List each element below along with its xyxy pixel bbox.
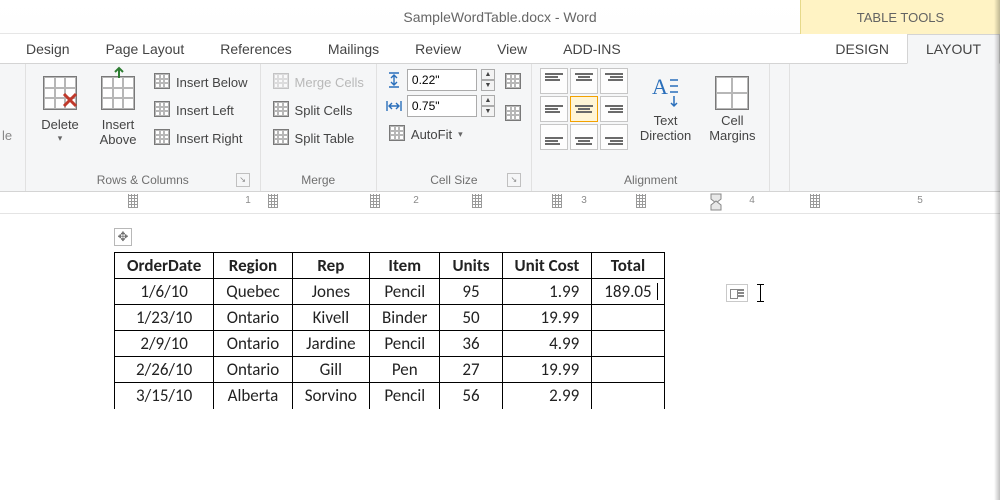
delete-button[interactable]: Delete ▾ <box>34 68 86 147</box>
text-direction-icon: A <box>648 72 682 110</box>
table-row[interactable]: 1/6/10 Quebec Jones Pencil 95 1.99 189.0… <box>115 279 665 305</box>
insert-left-button[interactable]: Insert Left <box>150 96 252 124</box>
rows-columns-dialog-launcher[interactable]: ↘ <box>236 173 250 187</box>
insert-row-widget[interactable] <box>726 284 748 302</box>
align-bot-center[interactable] <box>570 124 598 150</box>
width-spin-down[interactable]: ▼ <box>481 106 495 117</box>
col-region[interactable]: Region <box>214 253 292 279</box>
row-height-control[interactable]: ▲▼ <box>385 68 495 92</box>
tab-page-layout[interactable]: Page Layout <box>88 35 203 63</box>
insert-right-button[interactable]: Insert Right <box>150 124 252 152</box>
ribbon-tab-strip: Design Page Layout References Mailings R… <box>0 34 1000 64</box>
merge-cells-button[interactable]: Merge Cells <box>269 68 368 96</box>
cell-size-dialog-launcher[interactable]: ↘ <box>507 173 521 187</box>
autofit-button[interactable]: AutoFit ▾ <box>385 120 495 148</box>
align-bot-right[interactable] <box>600 124 628 150</box>
split-cells-button[interactable]: Split Cells <box>269 96 368 124</box>
row-height-input[interactable] <box>407 69 477 91</box>
table-row[interactable]: 1/23/10 Ontario Kivell Binder 50 19.99 <box>115 305 665 331</box>
table-row[interactable]: 2/26/10 Ontario Gill Pen 27 19.99 <box>115 357 665 383</box>
table-row[interactable]: 2/9/10 Ontario Jardine Pencil 36 4.99 <box>115 331 665 357</box>
align-mid-left[interactable] <box>540 96 568 122</box>
active-cell[interactable]: 189.05 <box>592 279 664 305</box>
group-merge: Merge Cells Split Cells Split Table Merg… <box>261 64 377 191</box>
row-height-icon <box>385 71 403 89</box>
col-unit-cost[interactable]: Unit Cost <box>502 253 592 279</box>
tab-table-design[interactable]: DESIGN <box>817 35 907 63</box>
group-label-cell-size: Cell Size <box>430 173 477 187</box>
align-mid-right[interactable] <box>600 96 628 122</box>
table-row[interactable]: 3/15/10 Alberta Sorvino Pencil 56 2.99 <box>115 383 665 409</box>
insert-above-button[interactable]: Insert Above <box>92 68 144 152</box>
document-area[interactable]: ✥ OrderDate Region Rep Item Units Unit C… <box>0 214 1000 409</box>
arrow-up-icon <box>112 66 126 80</box>
align-top-right[interactable] <box>600 68 628 94</box>
cell-margins-button[interactable]: Cell Margins <box>703 68 761 148</box>
align-top-center[interactable] <box>570 68 598 94</box>
tab-references[interactable]: References <box>202 35 310 63</box>
group-label-merge: Merge <box>301 173 335 187</box>
distribute-rows-button[interactable] <box>505 68 523 96</box>
height-spin-down[interactable]: ▼ <box>481 80 495 91</box>
group-rows-columns: Delete ▾ Insert Above Insert Below Inser… <box>26 64 261 191</box>
horizontal-ruler[interactable]: 1 2 3 4 5 <box>0 192 1000 214</box>
delete-x-icon <box>62 92 80 110</box>
table-move-handle[interactable]: ✥ <box>114 228 132 246</box>
insert-below-button[interactable]: Insert Below <box>150 68 252 96</box>
group-label-rows-columns: Rows & Columns <box>97 173 189 187</box>
col-rep[interactable]: Rep <box>292 253 369 279</box>
col-orderdate[interactable]: OrderDate <box>115 253 214 279</box>
svg-text:A: A <box>652 74 668 99</box>
col-total[interactable]: Total <box>592 253 664 279</box>
context-tool-label: TABLE TOOLS <box>800 0 1000 34</box>
window-title: SampleWordTable.docx - Word <box>403 9 596 25</box>
col-item[interactable]: Item <box>370 253 440 279</box>
group-cell-size: ▲▼ ▲▼ AutoFit ▾ <box>377 64 532 191</box>
group-alignment: A Text Direction Cell Margins Alignment <box>532 64 771 191</box>
text-caret-icon <box>760 284 761 302</box>
col-units[interactable]: Units <box>440 253 502 279</box>
word-table[interactable]: OrderDate Region Rep Item Units Unit Cos… <box>114 252 665 409</box>
text-direction-button[interactable]: A Text Direction <box>634 68 697 148</box>
table-header-row[interactable]: OrderDate Region Rep Item Units Unit Cos… <box>115 253 665 279</box>
right-shadow <box>994 0 1000 500</box>
tab-mailings[interactable]: Mailings <box>310 35 397 63</box>
distribute-columns-button[interactable] <box>505 100 523 128</box>
group-label-alignment: Alignment <box>624 173 677 187</box>
title-bar: SampleWordTable.docx - Word TABLE TOOLS <box>0 0 1000 34</box>
indent-marker[interactable] <box>710 193 722 211</box>
column-width-control[interactable]: ▲▼ <box>385 94 495 118</box>
height-spin-up[interactable]: ▲ <box>481 69 495 80</box>
split-table-button[interactable]: Split Table <box>269 124 368 152</box>
ribbon: le Delete ▾ Insert Above <box>0 64 1000 192</box>
tab-addins[interactable]: ADD-INS <box>545 35 639 63</box>
column-width-icon <box>385 97 403 115</box>
align-top-left[interactable] <box>540 68 568 94</box>
tab-table-layout[interactable]: LAYOUT <box>907 34 1000 64</box>
tab-view[interactable]: View <box>479 35 545 63</box>
alignment-grid <box>540 68 628 150</box>
tab-design[interactable]: Design <box>8 35 88 63</box>
tab-review[interactable]: Review <box>397 35 479 63</box>
column-width-input[interactable] <box>407 95 477 117</box>
width-spin-up[interactable]: ▲ <box>481 95 495 106</box>
align-mid-center[interactable] <box>570 96 598 122</box>
align-bot-left[interactable] <box>540 124 568 150</box>
